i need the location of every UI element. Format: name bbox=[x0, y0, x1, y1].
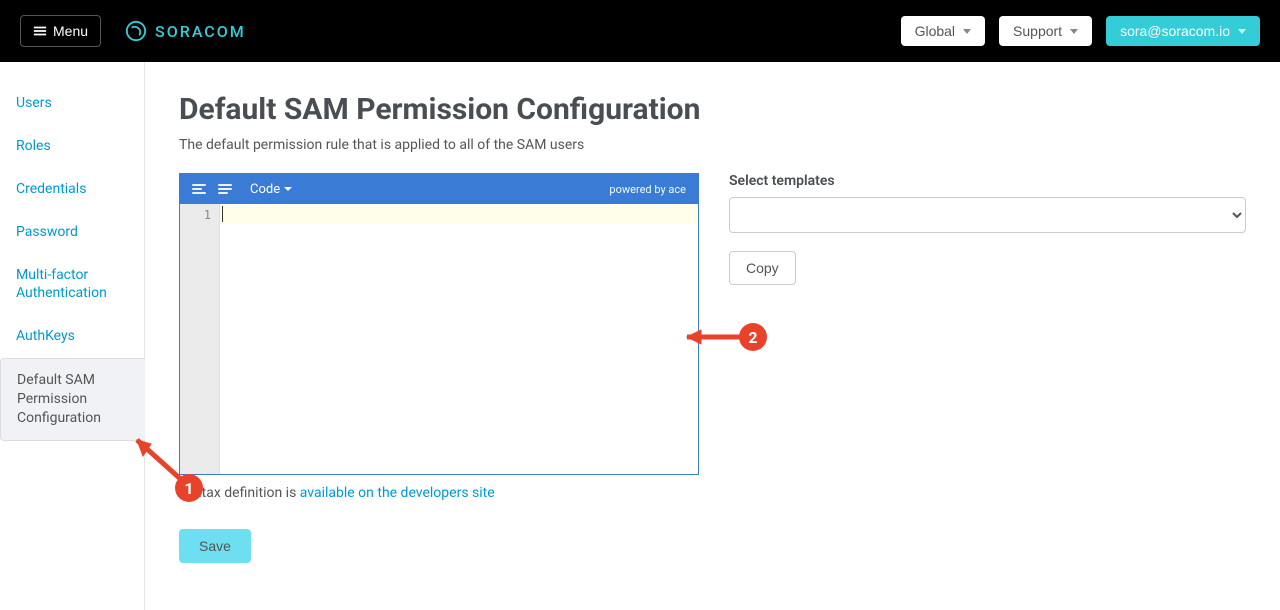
brand-text: SORACOM bbox=[155, 22, 246, 41]
powered-by-label: powered by ace bbox=[609, 183, 686, 196]
sidebar-item-authkeys[interactable]: AuthKeys bbox=[0, 315, 144, 358]
caret-down-icon bbox=[963, 29, 971, 34]
brand-logo[interactable]: SORACOM bbox=[125, 20, 246, 42]
sidebar-item-roles[interactable]: Roles bbox=[0, 125, 144, 168]
syntax-note: Syntax definition is available on the de… bbox=[179, 485, 699, 501]
sidebar: Users Roles Credentials Password Multi-f… bbox=[0, 62, 145, 610]
editor-column: Code powered by ace 1 bbox=[179, 173, 699, 563]
hamburger-icon bbox=[33, 24, 47, 38]
copy-button[interactable]: Copy bbox=[729, 251, 796, 285]
templates-select[interactable] bbox=[729, 197, 1246, 233]
align-justify-icon[interactable] bbox=[218, 181, 234, 197]
code-dropdown-label: Code bbox=[250, 182, 280, 197]
syntax-developers-link[interactable]: available on the developers site bbox=[300, 485, 495, 501]
sidebar-item-default-sam[interactable]: Default SAM Permission Configuration bbox=[0, 358, 145, 441]
sidebar-item-credentials[interactable]: Credentials bbox=[0, 168, 144, 211]
line-number: 1 bbox=[180, 206, 219, 224]
code-editor[interactable]: Code powered by ace 1 bbox=[179, 173, 699, 475]
save-button[interactable]: Save bbox=[179, 529, 251, 563]
main-content: Default SAM Permission Configuration The… bbox=[145, 62, 1280, 610]
caret-down-icon bbox=[1070, 29, 1078, 34]
editor-cursor bbox=[222, 206, 223, 222]
code-dropdown[interactable]: Code bbox=[250, 182, 292, 197]
editor-gutter: 1 bbox=[180, 204, 220, 474]
active-line-highlight bbox=[220, 206, 698, 224]
code-textarea[interactable] bbox=[220, 204, 698, 474]
page-title: Default SAM Permission Configuration bbox=[179, 92, 1246, 127]
header-left: Menu SORACOM bbox=[20, 15, 246, 47]
align-left-icon[interactable] bbox=[192, 181, 208, 197]
menu-button[interactable]: Menu bbox=[20, 15, 101, 47]
content-columns: Code powered by ace 1 bbox=[179, 173, 1246, 563]
sidebar-item-password[interactable]: Password bbox=[0, 211, 144, 254]
support-dropdown[interactable]: Support bbox=[999, 16, 1092, 46]
sidebar-item-mfa[interactable]: Multi-factor Authentication bbox=[0, 254, 144, 316]
main-container: Users Roles Credentials Password Multi-f… bbox=[0, 62, 1280, 610]
global-label: Global bbox=[915, 23, 955, 39]
templates-label: Select templates bbox=[729, 173, 1246, 189]
header-right: Global Support sora@soracom.io bbox=[901, 16, 1260, 46]
soracom-icon bbox=[125, 20, 147, 42]
editor-body[interactable]: 1 bbox=[180, 204, 698, 474]
support-label: Support bbox=[1013, 23, 1062, 39]
app-header: Menu SORACOM Global Support sora@soracom… bbox=[0, 0, 1280, 62]
menu-button-label: Menu bbox=[53, 23, 88, 39]
page-subtitle: The default permission rule that is appl… bbox=[179, 137, 1246, 153]
account-email: sora@soracom.io bbox=[1120, 23, 1230, 39]
account-dropdown[interactable]: sora@soracom.io bbox=[1106, 16, 1260, 46]
global-dropdown[interactable]: Global bbox=[901, 16, 985, 46]
sidebar-item-users[interactable]: Users bbox=[0, 82, 144, 125]
syntax-note-prefix: Syntax definition is bbox=[179, 485, 300, 501]
caret-down-icon bbox=[284, 187, 292, 191]
editor-toolbar: Code powered by ace bbox=[180, 174, 698, 204]
caret-down-icon bbox=[1238, 29, 1246, 34]
templates-column: Select templates Copy bbox=[729, 173, 1246, 285]
